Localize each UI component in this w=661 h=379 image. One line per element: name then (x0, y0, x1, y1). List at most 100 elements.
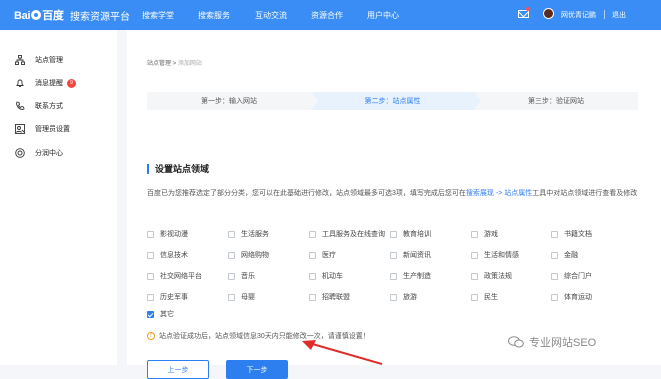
option-label: 金融 (564, 252, 578, 259)
avatar[interactable] (543, 8, 554, 19)
search-display-link[interactable]: 搜索展现 (466, 190, 494, 197)
mail-icon[interactable] (518, 10, 529, 18)
category-option[interactable]: 历史军事 (147, 292, 188, 302)
bell-icon (16, 79, 24, 87)
option-label: 音乐 (241, 273, 255, 280)
option-label: 历史军事 (160, 294, 188, 301)
sidebar-item-label: 站点管理 (35, 57, 63, 64)
sidebar-item-label: 管理员设置 (35, 126, 70, 133)
category-option[interactable]: 招聘联盟 (309, 292, 350, 302)
checkbox[interactable] (551, 293, 558, 301)
checkbox[interactable] (471, 251, 478, 259)
category-option[interactable]: 母婴 (228, 292, 255, 302)
checkbox[interactable] (228, 272, 235, 280)
checkbox[interactable] (147, 230, 154, 238)
checkbox[interactable] (471, 293, 478, 301)
prev-step-button[interactable]: 上一步 (147, 360, 209, 379)
checkbox[interactable] (147, 293, 154, 301)
category-option[interactable]: 生活服务 (228, 229, 269, 239)
username[interactable]: 网优青记鹏 (561, 10, 596, 20)
checkbox[interactable] (309, 272, 316, 280)
step-divider (311, 92, 318, 110)
checkbox-checked[interactable] (147, 310, 154, 318)
option-label: 工具服务及在线查询 (322, 231, 385, 238)
category-option[interactable]: 旅游 (390, 292, 417, 302)
sidebar-item-revenue-center[interactable]: 分润中心 (15, 146, 63, 160)
checkbox[interactable] (147, 272, 154, 280)
checkbox[interactable] (390, 272, 397, 280)
sidebar-item-admin-settings[interactable]: 管理员设置 (15, 122, 70, 136)
category-option[interactable]: 金融 (551, 250, 578, 260)
step-2-active: 第二步：站点属性 (311, 92, 474, 110)
coin-icon (15, 148, 25, 158)
category-option[interactable]: 信息技术 (147, 250, 188, 260)
site-attribute-link[interactable]: 站点属性 (504, 190, 532, 197)
platform-name[interactable]: 搜索资源平台 (70, 8, 130, 23)
nav-item-user-center[interactable]: 用户中心 (367, 10, 399, 21)
option-label: 机动车 (322, 273, 343, 280)
notice: ! 站点验证成功后，站点领域信息30天内只能修改一次，请谨慎设置！ (147, 331, 370, 341)
category-option[interactable]: 医疗 (309, 250, 336, 260)
main-content: 站点管理 > 添加网站 第一步：输入网站 第二步：站点属性 第三步：验证网站 设… (117, 30, 661, 379)
checkbox[interactable] (228, 293, 235, 301)
nav-item-cooperation[interactable]: 资源合作 (311, 10, 343, 21)
checkbox[interactable] (471, 272, 478, 280)
sidebar-item-site-management[interactable]: 站点管理 (15, 53, 63, 67)
sidebar-item-contact[interactable]: 联系方式 (15, 99, 63, 113)
category-option[interactable]: 政策法规 (471, 271, 512, 281)
option-label: 信息技术 (160, 252, 188, 259)
category-option[interactable]: 民生 (471, 292, 498, 302)
category-option[interactable]: 生活和情感 (471, 250, 519, 260)
checkbox[interactable] (390, 251, 397, 259)
nav-item-academy[interactable]: 搜索学堂 (142, 10, 174, 21)
option-label: 旅游 (403, 294, 417, 301)
option-label: 社交网络平台 (160, 273, 202, 280)
sitemap-icon (15, 55, 25, 65)
category-option[interactable]: 网络购物 (228, 250, 269, 260)
category-option[interactable]: 机动车 (309, 271, 343, 281)
top-navigation-bar: Bai 百度 搜索资源平台 搜索学堂 搜索服务 互动交流 资源合作 用户中心 网优… (0, 0, 661, 30)
option-label: 综合门户 (564, 273, 592, 280)
sidebar-item-notifications[interactable]: 消息提醒 9 (15, 76, 76, 90)
checkbox[interactable] (228, 230, 235, 238)
breadcrumb-parent[interactable]: 站点管理 (147, 61, 171, 67)
checkbox[interactable] (551, 230, 558, 238)
category-option[interactable]: 社交网络平台 (147, 271, 202, 281)
watermark: 专业网站SEO (508, 334, 596, 350)
checkbox[interactable] (228, 251, 235, 259)
option-label: 生活和情感 (484, 252, 519, 259)
checkbox[interactable] (390, 230, 397, 238)
checkbox[interactable] (551, 251, 558, 259)
checkbox[interactable] (551, 272, 558, 280)
category-option[interactable]: 综合门户 (551, 271, 592, 281)
checkbox[interactable] (147, 251, 154, 259)
category-option[interactable]: 新闻资讯 (390, 250, 431, 260)
step-progress: 第一步：输入网站 第二步：站点属性 第三步：验证网站 (147, 92, 638, 110)
baidu-logo[interactable]: Bai 百度 (14, 7, 64, 23)
phone-icon (16, 101, 25, 110)
option-label: 母婴 (241, 294, 255, 301)
option-label: 新闻资讯 (403, 252, 431, 259)
checkbox[interactable] (471, 230, 478, 238)
checkbox[interactable] (309, 230, 316, 238)
paw-icon (31, 10, 42, 20)
option-label: 影视动漫 (160, 231, 188, 238)
category-option[interactable]: 书籍文档 (551, 229, 592, 239)
option-label: 民生 (484, 294, 498, 301)
nav-item-community[interactable]: 互动交流 (255, 10, 287, 21)
category-option[interactable]: 音乐 (228, 271, 255, 281)
category-option[interactable]: 影视动漫 (147, 229, 188, 239)
category-option[interactable]: 工具服务及在线查询 (309, 229, 385, 239)
category-option[interactable]: 体育运动 (551, 292, 592, 302)
checkbox[interactable] (309, 251, 316, 259)
category-option[interactable]: 游戏 (471, 229, 498, 239)
category-option[interactable]: 教育培训 (390, 229, 431, 239)
checkbox[interactable] (390, 293, 397, 301)
option-other[interactable]: 其它 (147, 309, 174, 319)
wechat-icon (508, 336, 524, 348)
nav-item-services[interactable]: 搜索服务 (198, 10, 230, 21)
next-step-button[interactable]: 下一步 (226, 360, 288, 379)
category-option[interactable]: 生产制造 (390, 271, 431, 281)
logout-link[interactable]: 退出 (612, 10, 626, 20)
checkbox[interactable] (309, 293, 316, 301)
